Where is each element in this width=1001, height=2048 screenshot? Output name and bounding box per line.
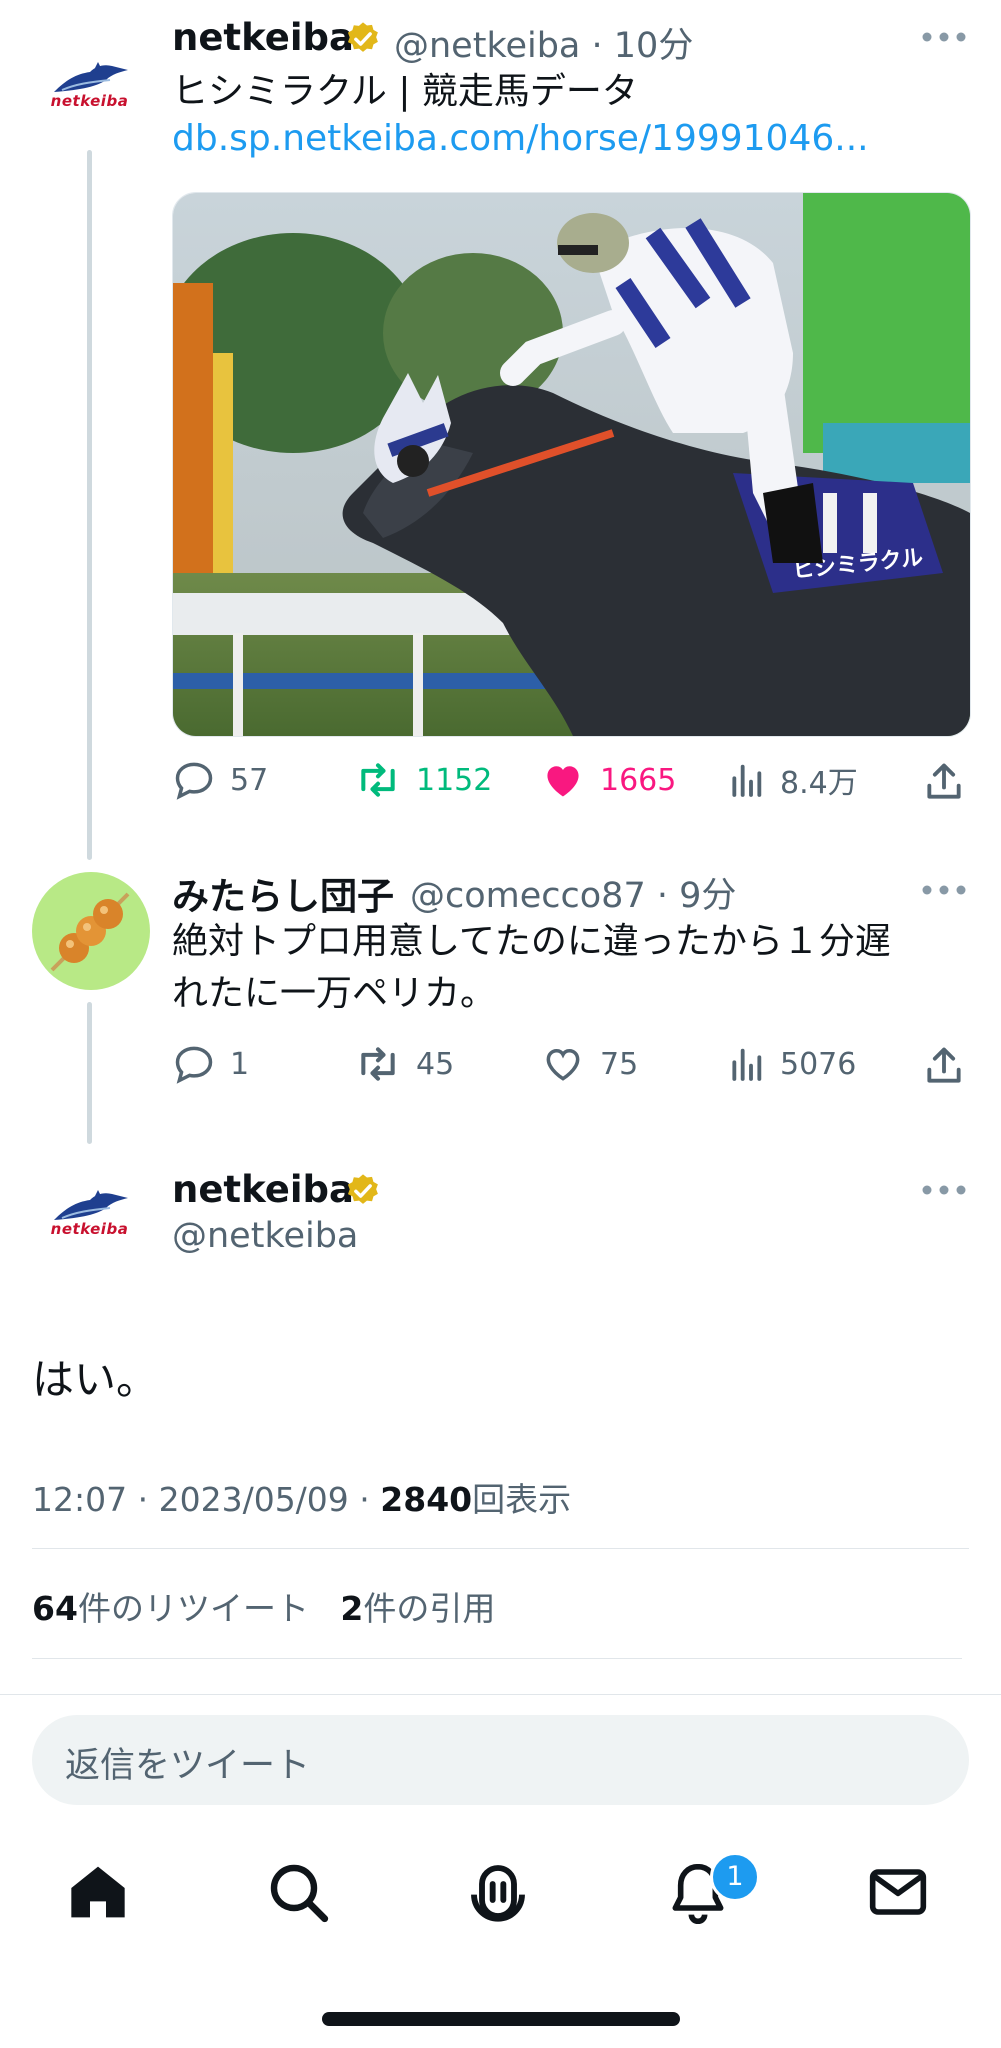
reply-icon — [175, 1046, 213, 1084]
messages-icon[interactable] — [866, 1860, 930, 1924]
retweet-count: 64 — [32, 1589, 78, 1628]
author-handle[interactable]: @netkeiba — [394, 26, 580, 66]
netkeiba-logo-icon — [54, 62, 128, 92]
author-handle[interactable]: @netkeiba — [172, 1216, 358, 1256]
like-button[interactable]: 1665 — [540, 758, 676, 802]
tweet-time[interactable]: 10分 — [614, 26, 694, 66]
divider — [0, 1694, 1001, 1695]
tweet-link[interactable]: db.sp.netkeiba.com/horse/19991046... — [172, 118, 869, 159]
like-button[interactable]: 75 — [540, 1042, 638, 1086]
racehorse-photo: ヒシミラクル — [173, 193, 970, 736]
tweet-text: ヒシミラクル | 競走馬データ — [172, 71, 638, 112]
author-handle[interactable]: @comecco87 — [410, 876, 646, 916]
separator: · — [127, 1480, 159, 1519]
quote-count: 2 — [340, 1589, 364, 1628]
engagement-stats: 64件のリツイート 2件の引用 — [32, 1582, 495, 1630]
share-icon[interactable] — [922, 760, 966, 804]
views-button[interactable]: 8.4万 — [726, 758, 858, 802]
avatar[interactable]: netkeiba — [32, 30, 147, 145]
separator: · — [645, 876, 680, 916]
retweet-label: 件のリツイート — [77, 1589, 309, 1628]
avatar[interactable]: netkeiba — [32, 1158, 147, 1273]
retweet-count: 45 — [416, 1046, 455, 1082]
author-name[interactable]: みたらし団子 — [172, 866, 394, 920]
retweet-icon — [361, 763, 395, 797]
tweet-text-line: 絶対トプロ用意してたのに違ったから１分遅 — [172, 921, 891, 962]
like-count: 1665 — [600, 762, 677, 798]
separator: · — [348, 1480, 381, 1519]
reply-button[interactable]: 1 — [172, 1042, 249, 1086]
views-label: 回表示 — [472, 1480, 572, 1519]
heart-outline-icon — [546, 1049, 580, 1081]
more-options-icon[interactable] — [921, 884, 967, 896]
reply-count: 1 — [230, 1046, 250, 1082]
retweet-icon — [361, 1047, 395, 1081]
views-button[interactable]: 5076 — [726, 1042, 856, 1086]
views-icon — [732, 764, 762, 797]
more-options-icon[interactable] — [921, 1184, 967, 1196]
verified-badge-icon — [347, 22, 378, 52]
dango-icon — [50, 892, 130, 972]
netkeiba-logo-icon — [54, 1190, 128, 1220]
verified-badge-icon — [347, 1174, 378, 1204]
thread-line — [87, 150, 92, 860]
tweet-timestamp: 12:07 · 2023/05/09 · 2840回表示 — [32, 1473, 571, 1521]
tweet-text: はい。 — [32, 1355, 159, 1404]
tweet-time[interactable]: 9分 — [679, 876, 736, 916]
notification-badge: 1 — [710, 1852, 760, 1902]
reply-placeholder: 返信をツイート — [65, 1746, 311, 1786]
tweet-text-line: れたに一万ペリカ。 — [172, 973, 497, 1014]
avatar-label: netkeiba — [50, 92, 129, 110]
reply-count: 57 — [230, 762, 269, 798]
quotes-link[interactable]: 2件の引用 — [340, 1589, 495, 1628]
views-count[interactable]: 2840 — [380, 1480, 472, 1519]
author-name[interactable]: netkeiba — [172, 16, 354, 59]
divider — [32, 1658, 962, 1659]
avatar-label: netkeiba — [50, 1220, 129, 1238]
retweets-link[interactable]: 64件のリツイート — [32, 1589, 309, 1628]
author-name[interactable]: netkeiba — [172, 1168, 354, 1211]
spaces-icon[interactable] — [466, 1860, 530, 1924]
avatar[interactable] — [32, 872, 150, 990]
more-options-icon[interactable] — [921, 31, 967, 43]
reply-button[interactable]: 57 — [172, 758, 268, 802]
separator: · — [580, 26, 614, 66]
retweet-count: 1152 — [416, 762, 493, 798]
heart-filled-icon — [547, 766, 579, 797]
tweet-text: 絶対トプロ用意してたのに違ったから１分遅 れたに一万ペリカ。 — [172, 916, 972, 1020]
tweet-time: 12:07 — [32, 1480, 128, 1519]
views-count: 5076 — [780, 1046, 857, 1082]
search-icon[interactable] — [266, 1860, 330, 1924]
share-icon[interactable] — [922, 1044, 966, 1088]
home-indicator[interactable] — [322, 2012, 680, 2026]
reply-input[interactable]: 返信をツイート — [32, 1715, 969, 1805]
home-icon[interactable] — [66, 1860, 130, 1924]
like-count: 75 — [600, 1046, 639, 1082]
divider — [32, 1548, 969, 1549]
thread-line — [87, 1002, 92, 1144]
views-count: 8.4万 — [780, 766, 858, 801]
tweet-photo[interactable]: ヒシミラクル — [172, 192, 971, 737]
views-icon — [732, 1048, 762, 1081]
reply-icon — [175, 762, 213, 800]
tweet-date: 2023/05/09 — [158, 1480, 349, 1519]
retweet-button[interactable]: 45 — [354, 1042, 454, 1086]
retweet-button[interactable]: 1152 — [354, 758, 492, 802]
quote-label: 件の引用 — [363, 1589, 496, 1628]
